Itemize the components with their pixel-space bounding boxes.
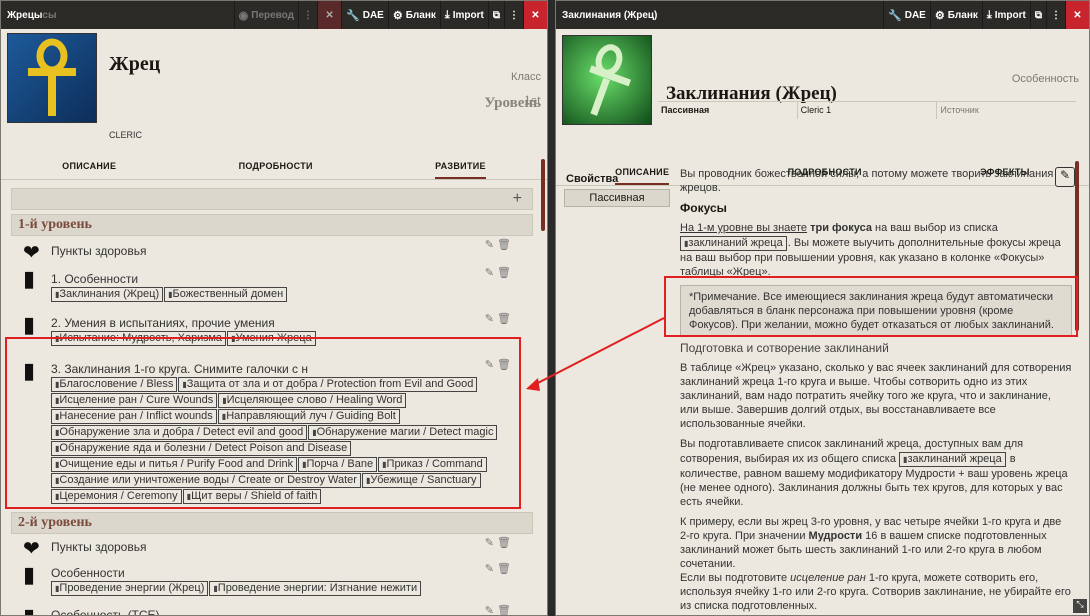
annotation-arrow [526,317,665,391]
